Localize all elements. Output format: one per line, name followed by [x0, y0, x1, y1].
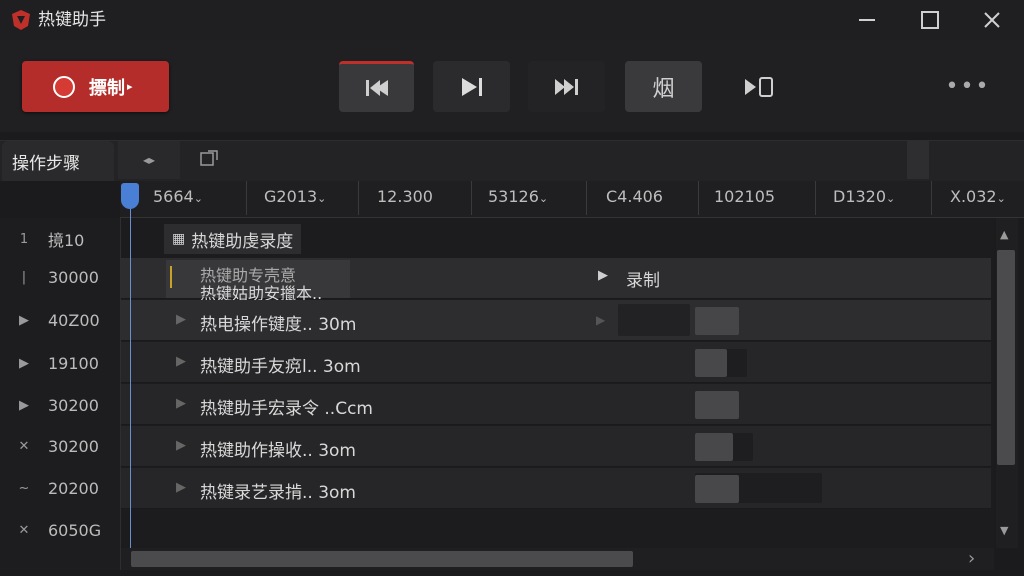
step-index-row[interactable]: ~20200 [0, 467, 120, 509]
timeline-block[interactable] [695, 475, 739, 503]
scroll-up-icon[interactable]: ▲ [1000, 228, 1008, 241]
row-record-label: 录制 [626, 271, 660, 291]
minimize-button[interactable] [840, 0, 894, 40]
play-to-end-icon [744, 76, 773, 97]
more-icon: ••• [945, 74, 991, 99]
record-arrow-icon: ▸ [127, 80, 133, 93]
tab-steps[interactable]: 操作步骤 [2, 141, 114, 181]
close-button[interactable] [965, 0, 1019, 40]
record-label: 摽制 [89, 77, 125, 99]
row-label: 热键录艺录掯.. 3om [200, 483, 356, 503]
playhead-handle[interactable] [121, 183, 139, 209]
rewind-button[interactable] [339, 61, 414, 112]
scroll-right-icon[interactable]: › [968, 548, 975, 569]
row-label: 热键助作操收.. 3om [200, 441, 356, 461]
rewind-icon [365, 80, 388, 96]
horizontal-scroll-thumb[interactable] [131, 551, 633, 567]
step-forward-icon [461, 77, 482, 96]
play-icon: ▶ [176, 438, 186, 453]
step-index-row[interactable]: 1 摬10 [0, 218, 120, 260]
play-icon: ▶ [596, 313, 606, 327]
format-label: 烟 [652, 76, 675, 102]
ruler-tick: D1320⌄ [833, 187, 896, 206]
window-title: 热键助手 [38, 10, 106, 30]
timeline-block[interactable] [695, 307, 739, 335]
tab-separator [907, 141, 929, 179]
ruler-tick: 53126⌄ [488, 187, 549, 206]
step-index-row[interactable]: ▶ 40Z00 [0, 299, 120, 341]
more-button[interactable]: ••• [940, 61, 996, 112]
macro-header[interactable]: ▦ 热键助虔录度 [164, 224, 302, 254]
collapse-icon: ◂▸ [142, 153, 156, 167]
ruler-tick: 12.300 [377, 187, 433, 206]
play-icon: ▶ [176, 396, 186, 411]
step-forward-button[interactable] [433, 61, 510, 112]
timeline-block[interactable] [695, 349, 727, 377]
macro-icon: ▦ [172, 231, 186, 247]
ruler-tick: G2013⌄ [264, 187, 327, 206]
ruler-tick: 102105 [714, 187, 776, 206]
popout-button[interactable] [198, 148, 220, 172]
maximize-icon [921, 11, 939, 29]
step-index-row[interactable]: | 30000 [0, 256, 120, 298]
timeline-block[interactable] [695, 391, 739, 419]
play-icon: ▶ [176, 480, 186, 495]
format-button[interactable]: 烟 [625, 61, 702, 112]
play-icon: ▶ [176, 354, 186, 369]
vertical-scroll-thumb[interactable] [997, 250, 1015, 465]
play-icon: ▶ [176, 312, 186, 327]
playhead-line [130, 183, 131, 548]
timeline-block[interactable] [618, 304, 690, 336]
step-index-row[interactable]: ✕ 6050G [0, 509, 120, 551]
minimize-icon [859, 19, 875, 21]
close-icon [984, 12, 1000, 28]
ruler-tick: C4.406 [606, 187, 663, 206]
step-index-row[interactable]: ✕ 30200 [0, 425, 120, 467]
step-index-row[interactable]: ▶ 30200 [0, 384, 120, 426]
record-button[interactable]: 摽制 ▸ [22, 61, 169, 112]
play-icon: ▶ [598, 268, 608, 283]
record-icon [53, 75, 75, 98]
row-label: 热键助手友痥l.. 3om [200, 357, 361, 377]
collapse-button[interactable]: ◂▸ [118, 141, 180, 179]
maximize-button[interactable] [903, 0, 957, 40]
ruler-tick: X.032⌄ [950, 187, 1006, 206]
step-index-row[interactable]: ▶ 19100 [0, 342, 120, 384]
fast-forward-icon [554, 78, 578, 95]
fast-forward-button[interactable] [528, 61, 605, 112]
ruler-tick: 5664⌄ [153, 187, 203, 206]
marker-line [170, 266, 172, 288]
app-logo-icon [10, 9, 32, 31]
scroll-down-icon[interactable]: ▼ [1000, 524, 1008, 537]
popout-icon [200, 150, 218, 166]
play-to-end-button[interactable] [720, 61, 797, 112]
row-label: 热键助手宏录令 ..Ccm [200, 399, 373, 419]
row-label: 热电操作键度.. 30m [200, 315, 357, 335]
timeline-block[interactable] [695, 433, 733, 461]
